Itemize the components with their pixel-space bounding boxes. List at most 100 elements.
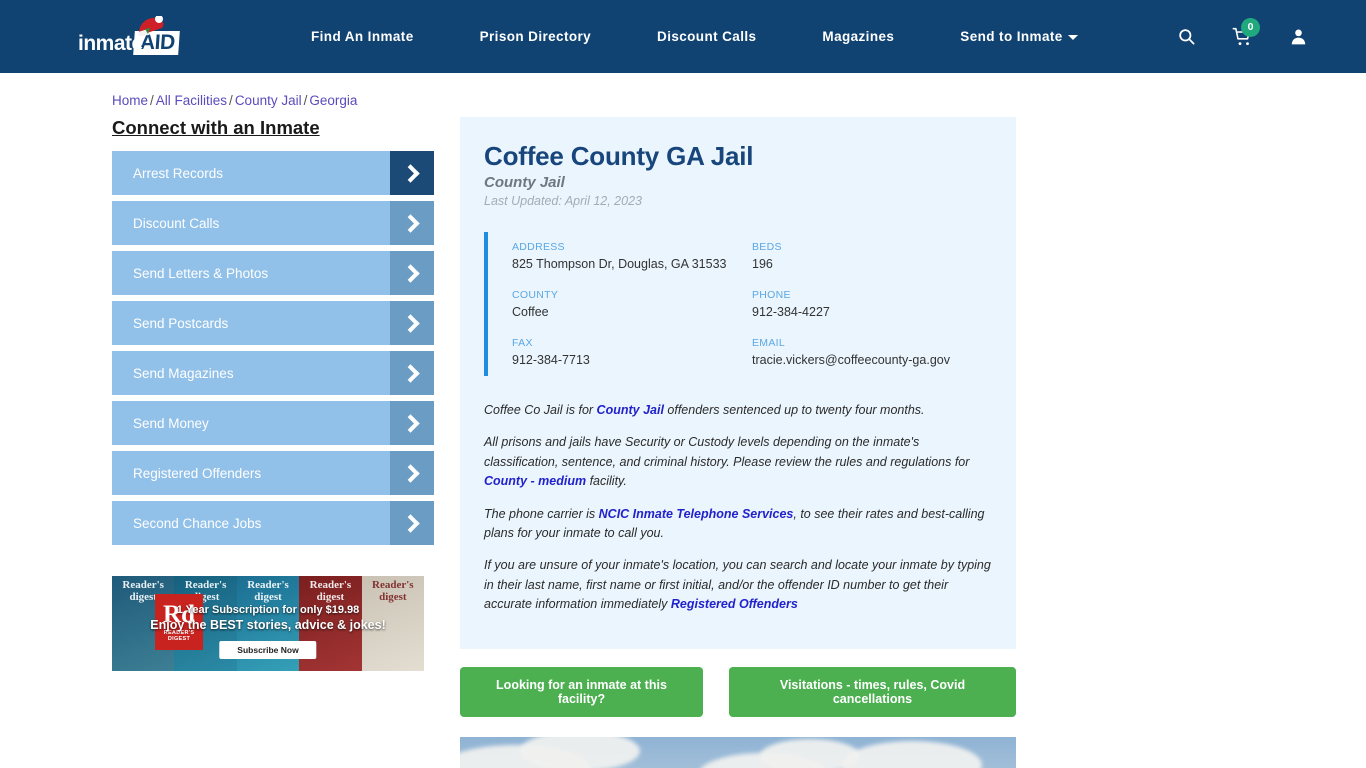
field-value: 912-384-7713	[512, 353, 590, 367]
breadcrumb-separator: /	[229, 93, 233, 108]
ad-headline: 1 Year Subscription for only $19.98	[176, 604, 360, 616]
cart-count-badge: 0	[1241, 17, 1260, 37]
site-logo[interactable]: inmate AID	[78, 15, 190, 55]
field-label: BEDS	[752, 241, 782, 253]
chevron-right-icon	[390, 401, 434, 445]
logo-text-inmate: inmate	[78, 31, 143, 55]
facility-field-fax: FAX 912-384-7713	[512, 337, 752, 367]
sidebar-item-second-chance-jobs[interactable]: Second Chance Jobs	[112, 501, 434, 545]
inline-text: Coffee Co Jail is for	[484, 403, 597, 417]
chevron-right-icon	[390, 451, 434, 495]
facility-field-county: COUNTY Coffee	[512, 289, 752, 319]
nav-label: Prison Directory	[479, 29, 592, 44]
field-value: 196	[752, 257, 773, 271]
inline-text: facility.	[586, 474, 627, 489]
chevron-right-icon	[390, 151, 434, 195]
ad-copy: 1 Year Subscription for only $19.98 Enjo…	[112, 604, 424, 632]
chevron-right-icon	[390, 201, 434, 245]
sidebar-item-send-money[interactable]: Send Money	[112, 401, 434, 445]
content-wrapper: Connect with an Inmate Arrest Records Di…	[0, 117, 1366, 768]
chevron-right-icon	[390, 351, 434, 395]
main-navigation: Find An Inmate Prison Directory Discount…	[278, 29, 1111, 44]
ad-subheadline: Enjoy the BEST stories, advice & jokes!	[150, 618, 386, 632]
sidebar-item-label: Send Postcards	[133, 315, 229, 331]
facility-details-grid: ADDRESS 825 Thompson Dr, Douglas, GA 315…	[484, 232, 992, 376]
sidebar-item-label: Arrest Records	[133, 165, 224, 181]
search-icon[interactable]	[1177, 27, 1196, 46]
user-account-icon[interactable]	[1289, 27, 1308, 46]
header-icon-group: 0	[1177, 17, 1308, 47]
field-value: Coffee	[512, 305, 549, 319]
nav-item-send-to-inmate[interactable]: Send to Inmate	[927, 29, 1110, 44]
field-label: ADDRESS	[512, 241, 565, 253]
sidebar-item-label: Send Letters & Photos	[133, 265, 269, 281]
chevron-right-icon	[390, 301, 434, 345]
ad-subscribe-button[interactable]: Subscribe Now	[219, 641, 317, 659]
nav-item-prison-directory[interactable]: Prison Directory	[447, 29, 624, 44]
last-updated-text: Last Updated: April 12, 2023	[484, 194, 642, 208]
sidebar-item-discount-calls[interactable]: Discount Calls	[112, 201, 434, 245]
breadcrumb-item-all-facilities[interactable]: All Facilities	[156, 93, 227, 108]
facility-field-phone: PHONE 912-384-4227	[752, 289, 992, 319]
nav-item-magazines[interactable]: Magazines	[789, 29, 927, 44]
field-value: tracie.vickers@coffeecounty-ga.gov	[752, 353, 950, 367]
sidebar-item-send-postcards[interactable]: Send Postcards	[112, 301, 434, 345]
visitations-button[interactable]: Visitations - times, rules, Covid cancel…	[728, 667, 1016, 718]
main-column: Coffee County GA Jail County Jail Last U…	[460, 117, 1016, 768]
facility-photo	[460, 737, 1016, 768]
sidebar-item-label: Send Magazines	[133, 365, 234, 381]
inline-link[interactable]: County Jail	[597, 403, 664, 417]
cta-button-row: Looking for an inmate at this facility? …	[460, 667, 1016, 718]
inline-link[interactable]: NCIC Inmate Telephone Services	[599, 507, 794, 521]
description-paragraph: The phone carrier is NCIC Inmate Telepho…	[484, 505, 992, 544]
shopping-cart-icon[interactable]: 0	[1232, 17, 1260, 47]
description-paragraph: Coffee Co Jail is for County Jail offend…	[484, 401, 992, 420]
chevron-right-icon	[390, 501, 434, 545]
nav-label: Discount Calls	[657, 29, 757, 44]
chevron-down-icon	[1067, 34, 1078, 40]
facility-field-address: ADDRESS 825 Thompson Dr, Douglas, GA 315…	[512, 241, 752, 271]
page-body: Home / All Facilities / County Jail / Georgia …	[0, 93, 1366, 768]
breadcrumb-item-home[interactable]: Home	[112, 93, 148, 108]
ad-cover-title: Reader's digest	[372, 579, 414, 603]
sidebar-title[interactable]: Connect with an Inmate	[112, 117, 434, 139]
field-label: FAX	[512, 337, 533, 349]
field-label: COUNTY	[512, 289, 559, 301]
inline-text: The phone carrier is	[484, 506, 599, 521]
nav-item-discount-calls[interactable]: Discount Calls	[624, 29, 789, 44]
sidebar-item-label: Send Money	[133, 415, 209, 431]
inline-link[interactable]: County - medium	[484, 474, 586, 488]
breadcrumb-item-county-jail[interactable]: County Jail	[235, 93, 302, 108]
nav-label: Find An Inmate	[311, 29, 414, 44]
inline-link[interactable]: Registered Offenders	[671, 597, 798, 611]
description-paragraph: If you are unsure of your inmate's locat…	[484, 556, 992, 614]
find-inmate-button[interactable]: Looking for an inmate at this facility?	[460, 667, 703, 718]
sidebar-item-arrest-records[interactable]: Arrest Records	[112, 151, 434, 195]
facility-field-beds: BEDS 196	[752, 241, 992, 271]
santa-hat-icon	[138, 15, 164, 36]
ad-cover-title: Reader's digest	[309, 579, 352, 603]
breadcrumb-item-georgia[interactable]: Georgia	[309, 93, 357, 108]
nav-label: Magazines	[822, 29, 895, 44]
breadcrumb: Home / All Facilities / County Jail / Georgia	[112, 93, 1366, 108]
sidebar-item-label: Registered Offenders	[133, 465, 262, 481]
ad-cover-title: Reader's digest	[247, 579, 289, 603]
field-label: EMAIL	[752, 337, 786, 349]
sidebar-item-registered-offenders[interactable]: Registered Offenders	[112, 451, 434, 495]
facility-field-email: EMAIL tracie.vickers@coffeecounty-ga.gov	[752, 337, 992, 367]
description-paragraph: All prisons and jails have Security or C…	[484, 433, 992, 491]
field-value: 825 Thompson Dr, Douglas, GA 31533	[512, 257, 727, 271]
chevron-right-icon	[390, 251, 434, 295]
inline-text: offenders sentenced up to twenty four mo…	[663, 403, 925, 417]
page-title: Coffee County GA Jail	[484, 141, 754, 171]
facility-type: County Jail	[484, 174, 565, 191]
field-label: PHONE	[752, 289, 791, 301]
sidebar-item-label: Second Chance Jobs	[133, 515, 262, 531]
facility-description: Coffee Co Jail is for County Jail offend…	[484, 401, 992, 614]
site-header: inmate AID Find An Inmate Prison Directo…	[0, 0, 1366, 73]
nav-item-find-an-inmate[interactable]: Find An Inmate	[278, 29, 447, 44]
sidebar: Connect with an Inmate Arrest Records Di…	[112, 117, 434, 768]
advertisement-banner[interactable]: Reader's digest Reader's digest Reader's…	[112, 576, 424, 671]
sidebar-item-send-letters-photos[interactable]: Send Letters & Photos	[112, 251, 434, 295]
sidebar-item-send-magazines[interactable]: Send Magazines	[112, 351, 434, 395]
